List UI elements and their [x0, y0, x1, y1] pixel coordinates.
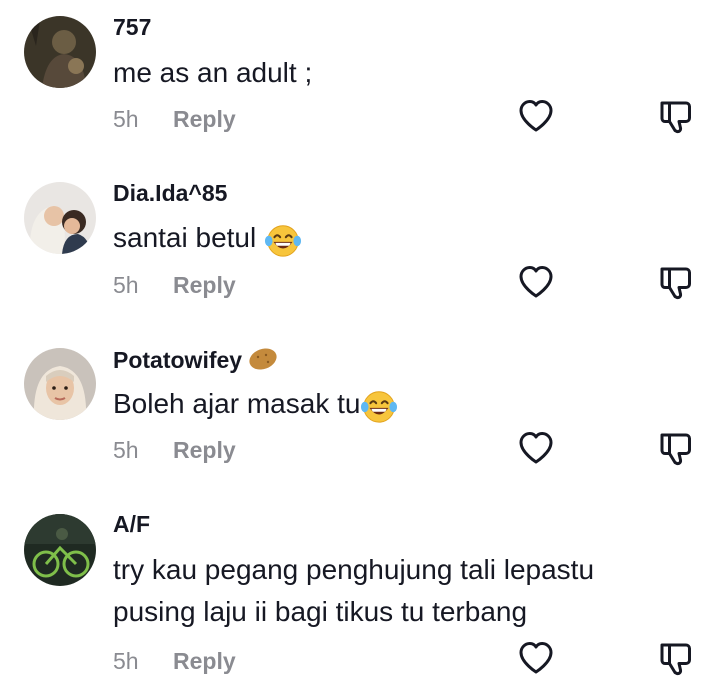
comment-meta: 5h Reply [113, 648, 236, 675]
heart-icon[interactable] [516, 638, 556, 678]
comment-meta: 5h Reply [113, 272, 236, 299]
heart-icon[interactable] [516, 262, 556, 302]
heart-icon[interactable] [516, 96, 556, 136]
comment-text: santai betul [113, 217, 302, 259]
comment-text-line: try kau pegang penghujung tali lepastu [113, 554, 595, 585]
timestamp: 5h [113, 437, 139, 463]
comment-text: Boleh ajar masak tu [113, 383, 398, 425]
timestamp: 5h [113, 106, 139, 132]
avatar[interactable] [24, 182, 96, 254]
comment-text: me as an adult ; [113, 52, 312, 94]
laughing-tears-emoji-icon [360, 387, 398, 425]
timestamp: 5h [113, 648, 139, 674]
reply-button[interactable]: Reply [173, 437, 236, 463]
username[interactable]: 757 [113, 14, 151, 41]
thumbs-down-icon[interactable] [656, 262, 696, 302]
potato-emoji-icon [249, 348, 278, 370]
comment-text-line: Boleh ajar masak tu [113, 388, 361, 419]
username-text: Potatowifey [113, 347, 243, 373]
comment-text-line: me as an adult ; [113, 57, 313, 88]
timestamp: 5h [113, 272, 139, 298]
comment-meta: 5h Reply [113, 437, 236, 464]
avatar[interactable] [24, 348, 96, 420]
username[interactable]: A/F [113, 511, 150, 538]
avatar[interactable] [24, 16, 96, 88]
username[interactable]: Dia.Ida^85 [113, 180, 227, 207]
thumbs-down-icon[interactable] [656, 96, 696, 136]
reply-button[interactable]: Reply [173, 648, 236, 674]
laughing-tears-emoji-icon [264, 221, 302, 259]
username[interactable]: Potatowifey [113, 346, 278, 374]
thumbs-down-icon[interactable] [656, 638, 696, 678]
comment-text-line: santai betul [113, 222, 257, 253]
thumbs-down-icon[interactable] [656, 428, 696, 468]
avatar[interactable] [24, 514, 96, 586]
comment-text-line: pusing laju ii bagi tikus tu terbang [113, 596, 528, 627]
reply-button[interactable]: Reply [173, 272, 236, 298]
comment-text: try kau pegang penghujung tali lepastu p… [113, 549, 594, 633]
reply-button[interactable]: Reply [173, 106, 236, 132]
comment-meta: 5h Reply [113, 106, 236, 133]
heart-icon[interactable] [516, 428, 556, 468]
